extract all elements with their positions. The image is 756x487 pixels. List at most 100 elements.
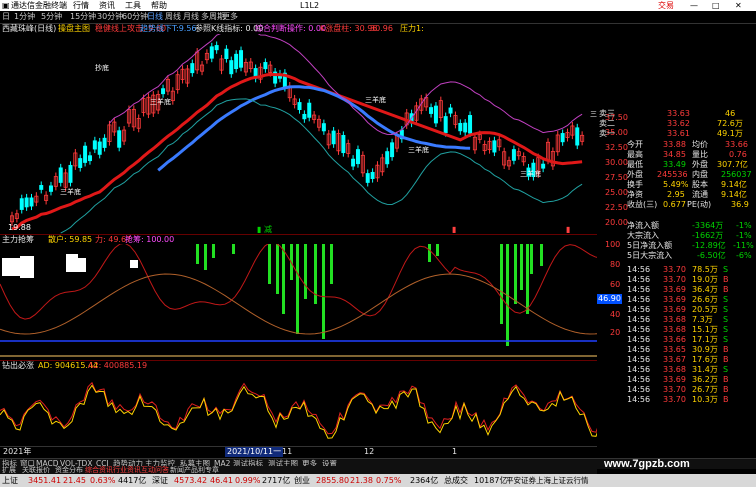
time-label: 11 (282, 447, 293, 456)
signal-marker-1: ▮ 减 (257, 224, 272, 234)
candle-body (321, 123, 326, 132)
index-sh-name[interactable]: 上证 (2, 474, 18, 487)
period-weekly[interactable]: 周线 (165, 11, 181, 23)
tick-row: 14:56 33.66 17.1万 S (627, 335, 729, 344)
flow-bar (322, 244, 325, 339)
flow-bar (196, 244, 199, 264)
index-cy-name[interactable]: 创业 (294, 474, 310, 487)
flow-row[interactable]: 5日净流入额 -12.89亿 -11% (597, 241, 756, 251)
tick-row: 14:56 33.70 19.0万 B (627, 275, 729, 284)
period-5min[interactable]: 5分钟 (41, 11, 62, 23)
info-tabs: 扩展 关联报价 资金分布 综合资讯 行业资讯 互动问答 新闻产品利专章 (0, 466, 597, 474)
candle-body (370, 171, 375, 179)
index-sh-pct: 0.63% (90, 476, 116, 485)
flow-bar (540, 244, 543, 266)
candle-body (390, 142, 395, 158)
index-sz-value: 4573.42 (174, 476, 208, 485)
index-sz-amount: 2717亿 (262, 476, 291, 485)
candle-body (468, 115, 473, 134)
candle-body (24, 197, 29, 208)
candle-body (429, 107, 434, 114)
indicator-value-2: 趋势线下T:9.56 (140, 24, 197, 33)
candle-body (214, 45, 219, 51)
candle-body (117, 130, 122, 148)
flow-row[interactable]: 净流入额 -3364万 -1% (597, 221, 756, 231)
sell-level-1[interactable]: 卖一 33.61 49.1万 (597, 129, 756, 139)
flow-bar (276, 244, 279, 294)
indicator-name[interactable]: 操盘主图 (58, 24, 90, 34)
period-daily[interactable]: 日线 (147, 11, 163, 23)
candle-body (575, 127, 580, 146)
menu-quotes[interactable]: 行情 (73, 0, 89, 11)
title-bar: ▣ 通达信金融终端 行情 资讯 工具 帮助 L1L2 交易 — □ ✕ (0, 0, 756, 11)
indicator-value-5: K涨盘柱: 30.96 (320, 24, 378, 33)
index-sz-name[interactable]: 深证 (152, 474, 168, 487)
candlestick-chart[interactable]: 抄底三羊底三羊底三羊底三羊底三羊底三羊底 19.88 ▮ 减 ▮ ▮ (0, 34, 597, 234)
candle-body (78, 158, 83, 168)
close-icon[interactable]: ✕ (735, 0, 742, 11)
sell-level-3[interactable]: 卖三 33.63 46 (597, 109, 756, 119)
candle-body (351, 158, 356, 167)
candle-body (229, 60, 234, 75)
flow-row[interactable]: 大宗流入 -1662万 -1% (597, 231, 756, 241)
flow-chart[interactable] (0, 244, 597, 360)
signal-label: 三羊底 (590, 109, 597, 118)
flow-bar (514, 244, 517, 304)
broker-name: 平安证券上海上证云行情 (506, 476, 589, 485)
flow-bar (268, 244, 271, 284)
stat-row: 净资 2.95 流通 9.14亿 (627, 190, 747, 199)
osc-chart[interactable] (0, 370, 597, 446)
flow-bar (304, 244, 307, 299)
candle-body (102, 137, 107, 148)
index-sh-change: 21.45 (63, 476, 86, 485)
period-day[interactable]: 日 (2, 11, 10, 23)
total-volume-value: 10187亿 (474, 476, 508, 485)
period-monthly[interactable]: 月线 (183, 11, 199, 23)
menu-news[interactable]: 资讯 (99, 0, 115, 11)
window-center-label: L1L2 (300, 1, 320, 10)
quote-panel: 卖三 33.63 46 卖二 33.62 72.6万 卖一 33.61 49.1… (597, 109, 756, 459)
indicator-value-4: 综合判断操作: 0.00 (255, 24, 327, 33)
flow-bar (204, 244, 207, 270)
watermark: www.7gpzb.com (604, 458, 690, 470)
candle-body (48, 185, 53, 192)
index-cy-value: 2855.80 (316, 476, 350, 485)
flow-row[interactable]: 5日大宗流入 -6.50亿 -6% (597, 251, 756, 261)
signal-label: 三羊底 (408, 145, 429, 154)
stat-row: 今开 33.88 均价 33.66 (627, 140, 748, 149)
menu-tools[interactable]: 工具 (125, 0, 141, 11)
trade-button[interactable]: 交易 (658, 0, 674, 11)
period-60min[interactable]: 60分钟 (122, 11, 148, 23)
stock-name: 西藏珠峰(日线) (2, 24, 57, 33)
candle-body (492, 140, 497, 153)
time-label: 1 (452, 447, 458, 456)
period-more[interactable]: 更多 (222, 11, 238, 23)
period-toolbar: 日 1分钟 5分钟 15分钟 30分钟 60分钟 日线 周线 月线 多周期 更多 (0, 11, 756, 24)
flow-bar (212, 244, 215, 258)
candle-body (68, 164, 73, 183)
candle-body (433, 105, 438, 124)
period-1min[interactable]: 1分钟 (14, 11, 35, 23)
stat-row: 换手 5.49% 股本 9.14亿 (627, 180, 747, 189)
candle-body (302, 113, 307, 120)
candle-body (307, 102, 312, 118)
flow-bar (428, 244, 431, 262)
white-block (76, 258, 86, 272)
minimize-icon[interactable]: — (690, 0, 698, 11)
candle-body (458, 122, 463, 132)
candle-body (511, 149, 516, 161)
sell-level-2[interactable]: 卖二 33.62 72.6万 (597, 119, 756, 129)
period-30min[interactable]: 30分钟 (97, 11, 123, 23)
flow-bar (232, 244, 235, 254)
menu-help[interactable]: 帮助 (151, 0, 167, 11)
signal-label: 三羊底 (365, 95, 386, 104)
candle-body (239, 50, 244, 68)
flow-bar (330, 244, 333, 284)
flow-bar (530, 244, 533, 274)
candle-body (385, 151, 390, 165)
maximize-icon[interactable]: □ (712, 0, 720, 11)
outer-inner-row: 外盘 245536 内盘 256037 (627, 170, 752, 179)
flow-bar (520, 244, 523, 290)
tick-row: 14:56 33.69 36.4万 B (627, 285, 729, 294)
period-15min[interactable]: 15分钟 (70, 11, 96, 23)
